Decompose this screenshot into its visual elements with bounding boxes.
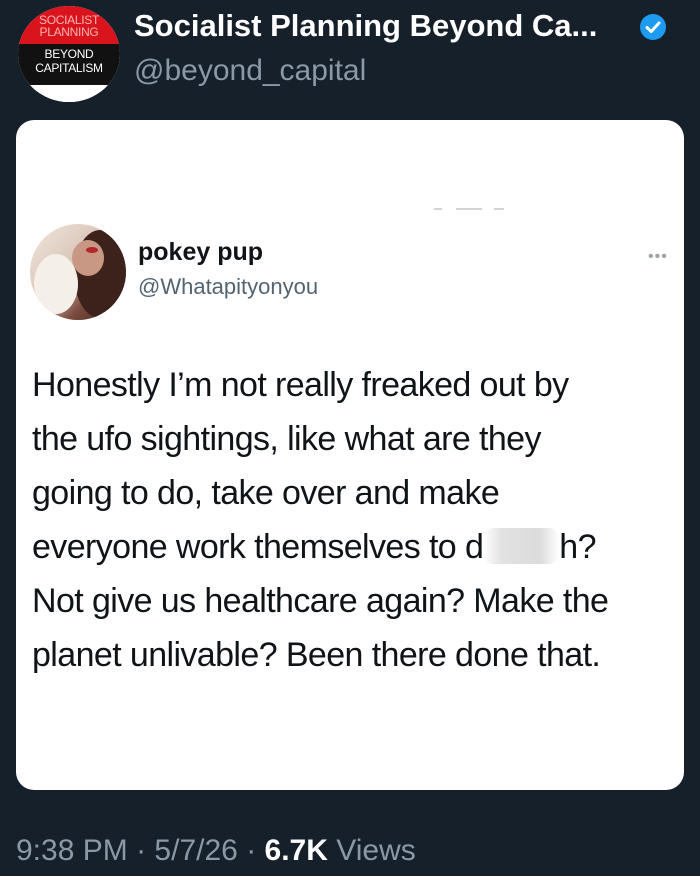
separator: · [246, 834, 257, 867]
verified-badge-icon [640, 14, 666, 40]
logo-text: CAPITALISM [35, 61, 103, 75]
post-header: SOCIALIST PLANNING BEYOND CAPITALISM Soc… [0, 0, 700, 110]
post-time[interactable]: 9:38 PM [16, 834, 128, 867]
censor-blur [483, 528, 560, 564]
text-fragment: h? [559, 528, 596, 566]
logo-white-segment [18, 85, 120, 102]
logo-text: BEYOND [44, 47, 94, 61]
quoted-author-handle[interactable]: @Whatapityonyou [138, 274, 318, 300]
more-options-icon[interactable]: ••• [648, 248, 668, 266]
text-line: the ufo sightings, like what are they [32, 420, 541, 458]
views-label: Views [336, 834, 416, 867]
separator: · [136, 834, 147, 867]
account-handle[interactable]: @beyond_capital [134, 54, 366, 88]
quoted-author-avatar[interactable] [30, 224, 126, 320]
account-display-name[interactable]: Socialist Planning Beyond Ca... [134, 8, 597, 44]
post-date[interactable]: 5/7/26 [154, 834, 237, 867]
quoted-post-text: Honestly I’m not really freaked out by t… [32, 358, 672, 682]
text-fragment: everyone work themselves to d [32, 528, 484, 566]
divider [434, 208, 514, 210]
text-line: everyone work themselves to d h? [32, 520, 672, 574]
post-metadata: 9:38 PM · 5/7/26 · 6.7K Views [16, 834, 416, 868]
views-count: 6.7K [264, 834, 328, 867]
text-line: Not give us healthcare again? Make the [32, 582, 609, 620]
logo-text: PLANNING [39, 25, 99, 39]
quoted-post-card[interactable]: pokey pup @Whatapityonyou ••• Honestly I… [16, 120, 684, 790]
account-avatar[interactable]: SOCIALIST PLANNING BEYOND CAPITALISM [18, 6, 120, 102]
text-line: planet unlivable? Been there done that. [32, 636, 601, 674]
quoted-author-name[interactable]: pokey pup [138, 238, 263, 267]
avatar-photo-icon [34, 230, 126, 318]
text-line: going to do, take over and make [32, 474, 500, 512]
text-line: Honestly I’m not really freaked out by [32, 366, 569, 404]
